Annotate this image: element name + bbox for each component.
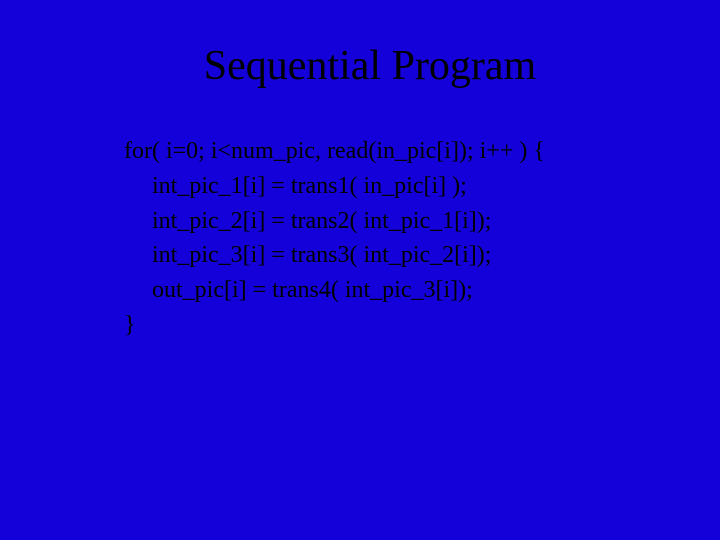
code-line-1: int_pic_1[i] = trans1( in_pic[i] );	[124, 169, 660, 204]
code-line-close: }	[124, 308, 660, 343]
code-line-2: int_pic_2[i] = trans2( int_pic_1[i]);	[124, 204, 660, 239]
slide: Sequential Program for( i=0; i<num_pic, …	[0, 0, 720, 540]
code-line-3: int_pic_3[i] = trans3( int_pic_2[i]);	[124, 238, 660, 273]
slide-title: Sequential Program	[80, 42, 660, 90]
code-line-for: for( i=0; i<num_pic, read(in_pic[i]); i+…	[124, 134, 660, 169]
code-line-4: out_pic[i] = trans4( int_pic_3[i]);	[124, 273, 660, 308]
code-block: for( i=0; i<num_pic, read(in_pic[i]); i+…	[124, 134, 660, 343]
